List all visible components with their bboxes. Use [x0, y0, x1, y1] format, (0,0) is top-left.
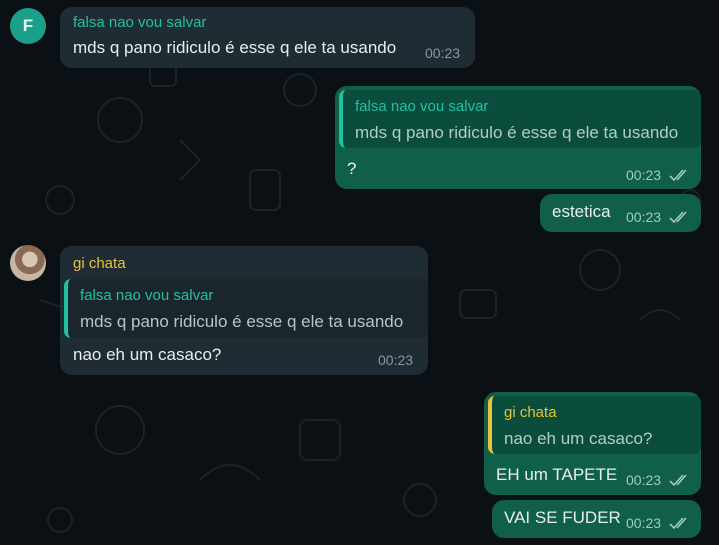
sender-avatar-photo[interactable] [10, 245, 46, 281]
double-check-icon [669, 169, 687, 182]
message-text: mds q pano ridiculo é esse q ele ta usan… [73, 38, 397, 57]
message-timestamp: 00:23 [626, 472, 662, 488]
message-bubble-outgoing[interactable]: estetica 00:23 [540, 194, 701, 232]
message-text: VAI SE FUDER [504, 508, 621, 527]
quoted-text: nao eh um casaco? [504, 429, 653, 448]
quoted-reply[interactable]: falsa nao vou salvar mds q pano ridiculo… [64, 279, 428, 338]
double-check-icon [669, 474, 687, 487]
message-sender-name[interactable]: gi chata [73, 255, 126, 272]
message-text: nao eh um casaco? [73, 345, 222, 364]
quoted-text: mds q pano ridiculo é esse q ele ta usan… [80, 312, 404, 331]
message-timestamp: 00:23 [626, 209, 662, 225]
message-text: EH um TAPETE [496, 465, 618, 484]
message-bubble-outgoing[interactable]: gi chata nao eh um casaco? EH um TAPETE … [484, 392, 701, 495]
message-sender-name[interactable]: falsa nao vou salvar [73, 14, 206, 31]
message-timestamp: 00:23 [626, 167, 662, 183]
quoted-reply[interactable]: gi chata nao eh um casaco? [488, 396, 701, 454]
double-check-icon [669, 517, 687, 530]
quoted-sender-name: falsa nao vou salvar [80, 287, 214, 304]
sender-avatar[interactable]: F [10, 8, 46, 44]
double-check-icon [669, 211, 687, 224]
chat-thread[interactable]: F falsa nao vou salvar mds q pano ridicu… [0, 0, 719, 545]
message-timestamp: 00:23 [378, 352, 414, 368]
message-bubble-incoming[interactable]: gi chata falsa nao vou salvar mds q pano… [60, 246, 428, 375]
message-timestamp: 00:23 [425, 45, 461, 61]
message-timestamp: 00:23 [626, 515, 662, 531]
avatar-initial: F [22, 16, 34, 35]
quoted-sender-name: gi chata [504, 404, 557, 421]
message-text: ? [347, 159, 357, 178]
message-text: estetica [552, 202, 611, 221]
message-bubble-incoming[interactable]: falsa nao vou salvar mds q pano ridiculo… [60, 7, 475, 68]
quoted-sender-name: falsa nao vou salvar [355, 98, 489, 115]
message-bubble-outgoing[interactable]: falsa nao vou salvar mds q pano ridiculo… [335, 86, 701, 189]
message-bubble-outgoing[interactable]: VAI SE FUDER 00:23 [492, 500, 701, 538]
quoted-text: mds q pano ridiculo é esse q ele ta usan… [355, 123, 679, 142]
quoted-reply[interactable]: falsa nao vou salvar mds q pano ridiculo… [339, 90, 701, 148]
